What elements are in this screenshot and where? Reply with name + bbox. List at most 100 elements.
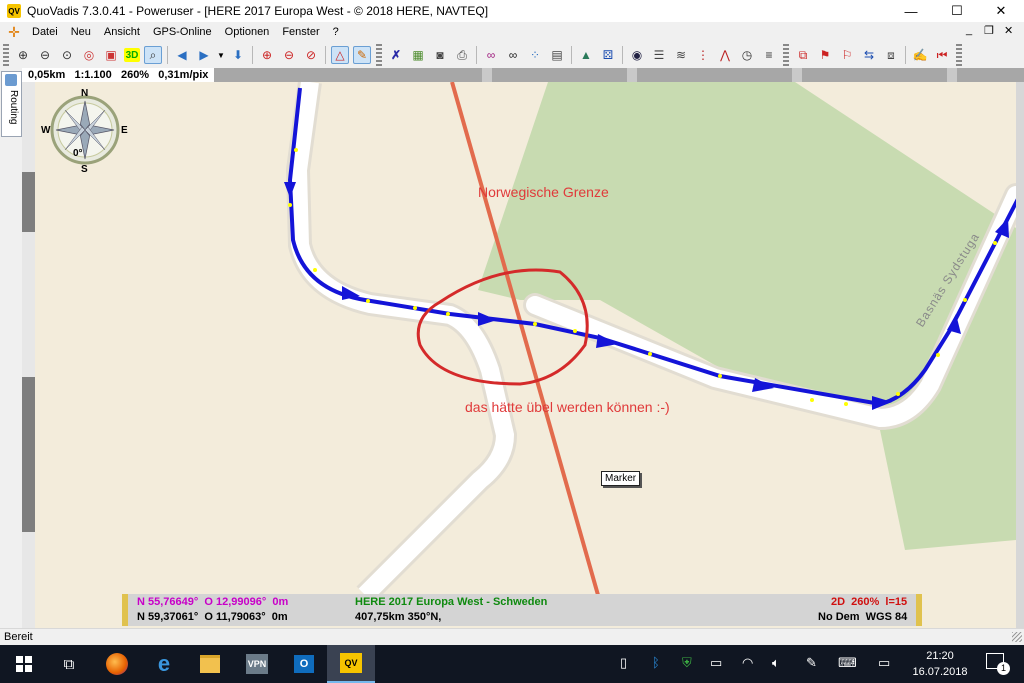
minimize-button[interactable]: —	[888, 0, 934, 22]
edit-document-icon[interactable]: ✍	[911, 46, 929, 64]
gps-position-2: N 59,37061° O 11,79063° 0m	[137, 611, 288, 623]
bluetooth-icon[interactable]: ᛒ	[652, 655, 660, 670]
keyboard-icon[interactable]: ⌨	[838, 655, 857, 671]
menu-fenster[interactable]: Fenster	[282, 26, 319, 38]
history-dropdown-icon[interactable]: ▼	[217, 46, 225, 64]
zoom-out-icon[interactable]: ⊖	[36, 46, 54, 64]
zoom-fit-icon[interactable]: ▣	[102, 46, 120, 64]
windows-start-icon[interactable]	[0, 645, 48, 683]
list-icon[interactable]: ≡	[760, 46, 778, 64]
desktop-icon[interactable]: ▭	[878, 655, 890, 671]
menu-gps-online[interactable]: GPS-Online	[153, 26, 212, 38]
mdi-close-button[interactable]: ✕	[1004, 24, 1013, 37]
forward-arrow-icon[interactable]: ▶	[195, 46, 213, 64]
scale-tick	[792, 68, 802, 82]
terrain-icon[interactable]: ▲	[577, 46, 595, 64]
vpn-app-icon[interactable]: VPN	[233, 645, 281, 683]
menu-datei[interactable]: Datei	[32, 26, 58, 38]
camera-icon[interactable]: ◙	[431, 46, 449, 64]
toolbar-grip[interactable]	[783, 44, 789, 66]
waypoint-remove-icon[interactable]: ⊖	[280, 46, 298, 64]
3d-view-button[interactable]: 3D	[124, 48, 140, 62]
waypoint-move-icon[interactable]: ⇆	[860, 46, 878, 64]
route-point	[963, 298, 967, 302]
wifi-icon[interactable]: ◠	[742, 655, 753, 671]
menu-optionen[interactable]: Optionen	[225, 26, 270, 38]
file-explorer-icon[interactable]	[186, 645, 234, 683]
layers-icon[interactable]: ≋	[672, 46, 690, 64]
down-arrow-icon[interactable]: ⬇	[229, 46, 247, 64]
resize-grip-icon[interactable]	[1012, 632, 1022, 642]
toolbar-grip[interactable]	[956, 44, 962, 66]
zoom-in-icon[interactable]: ⊕	[14, 46, 32, 64]
copy-waypoint-icon[interactable]: ⧉	[794, 46, 812, 64]
toolbar-separator	[476, 46, 477, 64]
route-point	[896, 392, 900, 396]
menu-help[interactable]: ?	[333, 26, 339, 38]
grid-dots-icon[interactable]: ⁘	[526, 46, 544, 64]
vertical-scrollbar[interactable]	[1016, 82, 1024, 628]
route-chart-icon[interactable]: ⋀	[716, 46, 734, 64]
waypoint-flag-icon[interactable]: ⚐	[838, 46, 856, 64]
route-point	[313, 268, 317, 272]
pen-icon[interactable]: ✎	[806, 655, 817, 671]
route-point	[366, 299, 370, 303]
taskbar-clock[interactable]: 21:20 16.07.2018	[900, 648, 980, 680]
quovadis-app-icon[interactable]: QV	[7, 4, 21, 18]
notification-icon[interactable]: 1	[986, 653, 1010, 675]
notification-count: 1	[997, 662, 1010, 675]
route-back-icon[interactable]: ⏮	[933, 46, 951, 64]
target-icon[interactable]: ◉	[628, 46, 646, 64]
menu-ansicht[interactable]: Ansicht	[104, 26, 140, 38]
usb-device-icon[interactable]: ▯	[620, 655, 627, 671]
toolbar-separator	[252, 46, 253, 64]
route-point	[718, 374, 722, 378]
magnifier-icon[interactable]: ⌕	[144, 46, 162, 64]
track-list-icon[interactable]: ☰	[650, 46, 668, 64]
dice-icon[interactable]: ⚄	[599, 46, 617, 64]
binoculars-color-icon[interactable]: ∞	[482, 46, 500, 64]
close-button[interactable]: ✕	[978, 0, 1024, 22]
clock-icon[interactable]: ◷	[738, 46, 756, 64]
waypoint-marker-icon[interactable]: ⚑	[816, 46, 834, 64]
route-lines-icon[interactable]: ⋮	[694, 46, 712, 64]
print-icon[interactable]: ⎙	[453, 46, 471, 64]
quovadis-taskbar-icon[interactable]: QV	[327, 645, 375, 683]
waypoint-list-icon[interactable]: ⧈	[882, 46, 900, 64]
back-arrow-icon[interactable]: ◀	[173, 46, 191, 64]
task-view-icon[interactable]: ⧉	[45, 645, 93, 683]
waypoint-add-icon[interactable]: ⊕	[258, 46, 276, 64]
zoom-area-icon[interactable]: ◎	[80, 46, 98, 64]
firefox-icon[interactable]	[93, 645, 141, 683]
toolbar-separator	[905, 46, 906, 64]
scale-tick	[482, 68, 492, 82]
gps-device-icon[interactable]: ▤	[548, 46, 566, 64]
pencil-icon[interactable]: ✎	[353, 46, 371, 64]
outlook-icon[interactable]: O	[280, 645, 328, 683]
security-shield-icon[interactable]: ⛨	[682, 655, 692, 671]
menu-neu[interactable]: Neu	[71, 26, 91, 38]
edge-icon[interactable]: e	[140, 645, 188, 683]
route-draw-icon[interactable]: △	[331, 46, 349, 64]
route-point	[288, 203, 292, 207]
toolbar-grip[interactable]	[3, 44, 9, 66]
toolbar-grip[interactable]	[376, 44, 382, 66]
binoculars-icon[interactable]: ∞	[504, 46, 522, 64]
zoom-icon[interactable]: ⊙	[58, 46, 76, 64]
gps-position-1: N 55,76649° O 12,99096° 0m	[137, 596, 289, 608]
routing-tab[interactable]: Routing	[1, 71, 22, 137]
mdi-minimize-button[interactable]: _	[966, 24, 972, 36]
mdi-restore-button[interactable]: ❐	[984, 24, 994, 37]
gps-crosshair-icon[interactable]: ✛	[6, 24, 22, 40]
map-canvas[interactable]: N S E W 0° Norwegische Grenze das hätte …	[35, 82, 1016, 628]
toolbar-separator	[571, 46, 572, 64]
distance-bearing: 407,75km 350°N,	[355, 611, 442, 623]
compass-rose[interactable]	[50, 95, 120, 165]
volume-icon[interactable]: 🔈︎	[772, 655, 780, 671]
battery-icon[interactable]: ▭	[710, 655, 722, 671]
maximize-button[interactable]: ☐	[934, 0, 980, 22]
delete-x-icon[interactable]: ✗	[387, 46, 405, 64]
map-marker-label[interactable]: Marker	[601, 471, 641, 486]
waypoint-edit-icon[interactable]: ⊘	[302, 46, 320, 64]
map-edit-icon[interactable]: ▦	[409, 46, 427, 64]
